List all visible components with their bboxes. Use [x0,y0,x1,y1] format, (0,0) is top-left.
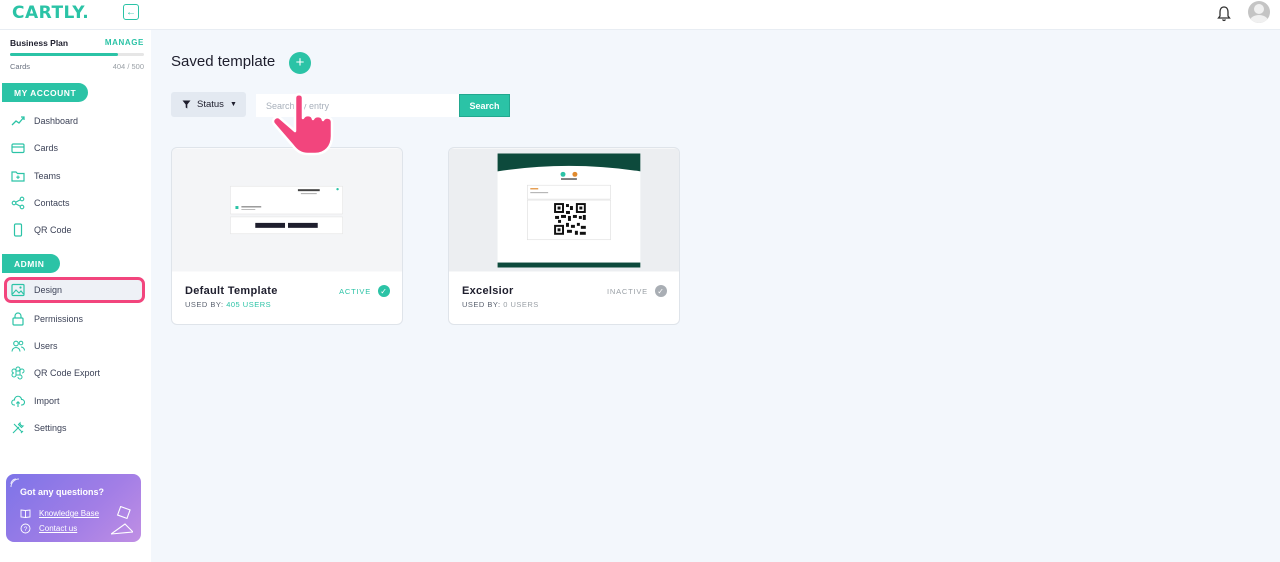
plan-name: Business Plan [10,38,69,48]
my-account-section-label: MY ACCOUNT [2,83,88,102]
sidebar-item-contacts[interactable]: Contacts [4,190,145,216]
top-bar: CARTLY. ← [0,0,1280,30]
cards-usage-row: Cards 404 / 500 [10,62,144,71]
cards-label: Cards [10,62,31,71]
sidebar-item-teams[interactable]: Teams [4,163,145,189]
user-avatar[interactable] [1248,1,1270,23]
sidebar-item-label: Contacts [34,198,70,208]
sidebar-item-label: Import [34,396,60,406]
sidebar-item-label: Dashboard [34,116,79,126]
cards-count: 404 / 500 [112,62,144,71]
sidebar-item-label: QR Code [34,225,72,235]
sidebar-item-cards[interactable]: Cards [4,135,145,161]
question-circle-icon: ? [20,523,31,534]
paper-plane-decoration-icon [111,506,133,535]
status-badge: INACTIVE [607,286,648,296]
used-by-prefix: USED BY: [462,300,501,309]
used-by-count: 0 USERS [503,300,539,309]
cartly-logo[interactable]: CARTLY. [12,3,89,23]
page-title: Saved template [171,53,276,70]
tools-icon [11,421,25,435]
svg-text:?: ? [24,526,28,533]
sidebar-item-label: Cards [34,143,59,153]
template-card[interactable]: Default Template USED BY: 405 USERS ACTI… [171,147,403,325]
add-template-button[interactable]: + [289,52,311,74]
sidebar-item-users[interactable]: Users [4,333,145,359]
cloud-upload-icon [11,394,25,408]
template-card[interactable]: Excelsior USED BY: 0 USERS INACTIVE ✓ [448,147,680,325]
lock-icon [11,312,25,326]
sidebar-item-qr-code[interactable]: QR Code [4,217,145,243]
contact-us-label: Contact us [39,524,78,533]
folder-icon [11,169,25,183]
knowledge-base-link[interactable]: Knowledge Base [20,509,99,518]
used-by-prefix: USED BY: [185,300,224,309]
filter-icon [182,100,191,109]
sidebar-item-settings[interactable]: Settings [4,415,145,441]
search-button[interactable]: Search [459,94,510,117]
sidebar-item-permissions[interactable]: Permissions [4,306,145,332]
used-by-count: 405 USERS [226,300,272,309]
manage-plan-link[interactable]: MANAGE [105,38,144,47]
plan-row: Business Plan MANAGE [10,38,144,48]
sidebar-item-label: Users [34,341,58,351]
sidebar-item-label: Permissions [34,314,84,324]
status-filter-button[interactable]: Status ▼ [171,92,246,117]
sidebar-item-design[interactable]: Design [4,277,145,303]
plan-usage-bar [10,53,144,56]
sidebar-item-label: Design [34,285,63,295]
users-icon [11,339,25,353]
contact-us-link[interactable]: ? Contact us [20,523,77,534]
admin-section-label: ADMIN [2,254,60,273]
caret-down-icon: ▼ [229,101,237,108]
help-box: Got any questions? Knowledge Base ? Cont… [6,474,141,542]
help-title: Got any questions? [20,487,105,497]
sidebar-item-import[interactable]: Import [4,388,145,414]
book-icon [20,509,31,518]
check-circle-icon: ✓ [655,285,667,297]
template-name: Default Template [185,285,278,297]
trend-icon [11,114,25,128]
pointing-hand-icon [271,93,334,156]
template-used-by: USED BY: 0 USERS [462,300,539,309]
sidebar-item-label: QR Code Export [34,368,101,378]
check-circle-icon: ✓ [378,285,390,297]
sidebar: Business Plan MANAGE Cards 404 / 500 MY … [0,30,151,562]
template-preview-image [449,148,679,272]
template-preview-image [172,148,402,272]
plan-usage-fill [10,53,119,56]
share-icon [11,196,25,210]
phone-icon [11,223,25,237]
template-status[interactable]: INACTIVE ✓ [607,285,667,297]
card-icon [11,141,25,155]
template-status[interactable]: ACTIVE ✓ [339,285,390,297]
sidebar-item-dashboard[interactable]: Dashboard [4,108,145,134]
status-filter-label: Status [197,99,224,110]
command-icon [11,366,25,380]
sidebar-item-label: Settings [34,423,67,433]
status-badge: ACTIVE [339,286,371,296]
image-icon [11,283,25,297]
sidebar-item-qr-code-export[interactable]: QR Code Export [4,360,145,386]
template-used-by: USED BY: 405 USERS [185,300,271,309]
collapse-sidebar-icon[interactable]: ← [123,4,139,20]
sidebar-item-label: Teams [34,171,61,181]
knowledge-base-label: Knowledge Base [39,509,100,518]
bell-icon[interactable] [1216,5,1232,23]
template-name: Excelsior [462,285,514,297]
